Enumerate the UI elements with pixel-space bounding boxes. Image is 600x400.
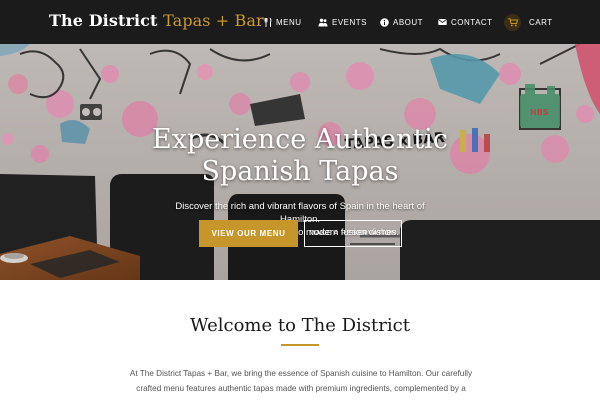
view-menu-button[interactable]: VIEW OUR MENU: [199, 220, 298, 247]
nav-item-contact[interactable]: CONTACT: [438, 15, 493, 29]
hero-subtitle-line3: From traditional tapas to modern fusion …: [200, 227, 399, 238]
info-icon: [380, 17, 389, 27]
nav-item-menu[interactable]: MENU: [264, 15, 302, 29]
nav-label-cart: CART: [529, 17, 553, 27]
utensils-icon: [264, 17, 272, 27]
hero-title-line2: Spanish Tapas: [201, 156, 399, 187]
hero-title-line1: Experience Authentic: [152, 124, 448, 155]
nav-label-menu: MENU: [276, 17, 302, 27]
top-navigation: The District Tapas + Bar MENU EVENTS ABO…: [0, 0, 600, 44]
nav-label-events: EVENTS: [332, 17, 368, 27]
nav-item-about[interactable]: ABOUT: [380, 15, 423, 29]
nav-item-events[interactable]: EVENTS: [318, 15, 367, 29]
people-icon: [318, 18, 328, 26]
hero-section: TAPAS x BAR HBS Experience Authentic Spa…: [0, 44, 600, 280]
brand-name: The District: [49, 11, 158, 30]
cart-badge: [504, 13, 521, 31]
brand-accent: Tapas + Bar: [163, 11, 264, 30]
brand-logo[interactable]: The District Tapas + Bar: [49, 11, 264, 30]
welcome-text-line2: crafted menu features authentic tapas ma…: [136, 384, 466, 393]
hero-subtitle-line2: Hamilton.: [279, 214, 321, 225]
cart-icon: [507, 17, 518, 26]
welcome-title: Welcome to The District: [190, 315, 410, 336]
make-reservation-button[interactable]: MAKE A RESERVATION: [304, 220, 402, 247]
nav-label-contact: CONTACT: [451, 17, 493, 27]
envelope-icon: [438, 19, 447, 25]
hero-subtitle-line1: Discover the rich and vibrant flavors of…: [175, 201, 425, 212]
welcome-text-line1: At The District Tapas + Bar, we bring th…: [129, 369, 473, 378]
title-divider: [281, 344, 319, 346]
hero-subtitle: Discover the rich and vibrant flavors of…: [150, 200, 450, 239]
nav-item-cart[interactable]: CART: [504, 13, 553, 31]
hero-title: Experience Authentic Spanish Tapas: [0, 124, 600, 188]
welcome-paragraph: At The District Tapas + Bar, we bring th…: [124, 366, 478, 396]
nav-label-about: ABOUT: [393, 17, 424, 27]
